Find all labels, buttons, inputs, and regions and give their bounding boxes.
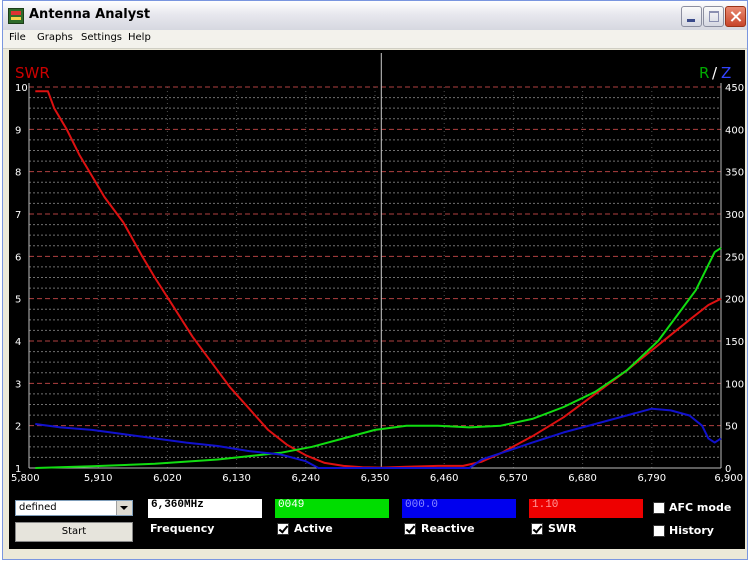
x-tick-label: 5,800	[11, 473, 40, 484]
mode-dropdown-value: defined	[19, 502, 57, 513]
chart-panel: 10 9 8 7 6 5 4 3 2 1 450 400 350 300 250 200 150 100 50 0 5,…	[9, 50, 745, 492]
left-tick-label: 6	[15, 252, 21, 263]
swr-label: SWR	[548, 522, 577, 535]
right-tick-label: 450	[725, 83, 744, 94]
right-tick-label: 250	[725, 252, 744, 263]
menu-settings[interactable]: Settings	[81, 32, 122, 43]
window-title: Antenna Analyst	[29, 7, 151, 22]
right-tick-label: 350	[725, 168, 744, 179]
r-axis-label: R	[699, 64, 709, 82]
reactive-checkbox[interactable]	[404, 523, 416, 535]
x-tick-label: 6,900	[714, 473, 743, 484]
left-tick-label: 5	[15, 295, 21, 306]
left-tick-label: 2	[15, 422, 21, 433]
left-tick-label: 4	[15, 337, 21, 348]
active-label: Active	[294, 522, 333, 535]
minimize-button[interactable]	[681, 6, 702, 27]
active-checkbox[interactable]	[277, 523, 289, 535]
right-tick-label: 300	[725, 210, 744, 221]
history-label: History	[669, 524, 714, 537]
start-button[interactable]: Start	[15, 522, 133, 542]
x-tick-label: 6,240	[291, 473, 320, 484]
active-value: 0049	[275, 499, 389, 518]
history-checkbox[interactable]	[653, 525, 665, 537]
close-button[interactable]	[725, 6, 746, 27]
left-tick-label: 10	[15, 83, 28, 94]
x-tick-label: 6,790	[637, 473, 666, 484]
menu-graphs[interactable]: Graphs	[37, 32, 73, 43]
right-tick-label: 150	[725, 337, 744, 348]
control-panel: defined Start 6,360MHz Frequency 0049 Ac…	[9, 492, 745, 549]
swr-checkbox[interactable]	[531, 523, 543, 535]
app-window: Antenna Analyst File Graphs Settings Hel…	[2, 0, 748, 560]
right-tick-label: 100	[725, 379, 744, 390]
reactive-value: 000.0	[402, 499, 516, 518]
left-tick-label: 8	[15, 168, 21, 179]
z-axis-label: Z	[721, 64, 731, 82]
swr-chart[interactable]: 109876543214504003503002502001501005005,…	[9, 50, 745, 492]
right-tick-label: 50	[725, 422, 738, 433]
left-tick-label: 7	[15, 210, 21, 221]
right-tick-label: 200	[725, 295, 744, 306]
menu-help[interactable]: Help	[128, 32, 151, 43]
afc-mode-label: AFC mode	[669, 501, 732, 514]
frequency-value: 6,360MHz	[148, 499, 262, 518]
x-tick-label: 6,350	[361, 473, 390, 484]
right-tick-label: 400	[725, 125, 744, 136]
app-icon	[8, 8, 24, 24]
x-tick-label: 6,680	[568, 473, 597, 484]
menu-file[interactable]: File	[9, 32, 26, 43]
x-tick-label: 6,460	[430, 473, 459, 484]
menu-bar: File Graphs Settings Help	[3, 30, 747, 49]
left-tick-label: 9	[15, 125, 21, 136]
mode-dropdown[interactable]: defined	[15, 500, 133, 516]
x-tick-label: 6,130	[222, 473, 251, 484]
left-tick-label: 3	[15, 379, 21, 390]
x-tick-label: 6,570	[499, 473, 528, 484]
x-tick-label: 6,020	[153, 473, 182, 484]
frequency-label: Frequency	[150, 522, 215, 535]
swr-axis-label: SWR	[15, 64, 50, 82]
maximize-button[interactable]	[703, 6, 724, 27]
status-bar	[9, 549, 745, 559]
reactive-label: Reactive	[421, 522, 475, 535]
swr-value: 1.10	[529, 499, 643, 518]
chevron-down-icon[interactable]	[116, 501, 132, 515]
x-tick-label: 5,910	[84, 473, 113, 484]
afc-mode-checkbox[interactable]	[653, 502, 665, 514]
title-bar[interactable]: Antenna Analyst	[3, 1, 747, 31]
